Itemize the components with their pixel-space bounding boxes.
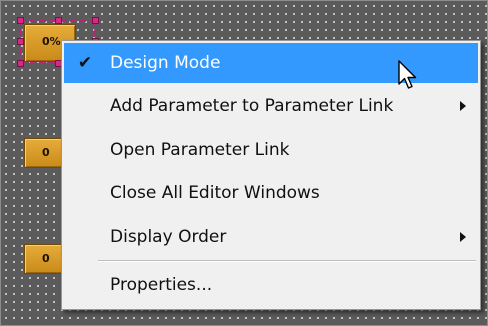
menu-item-label: Properties...	[110, 275, 213, 295]
resize-handle-left[interactable]	[17, 38, 24, 45]
menu-item-label: Close All Editor Windows	[110, 183, 320, 203]
submenu-arrow-icon	[460, 232, 466, 242]
menu-item-properties[interactable]: Properties...	[64, 265, 478, 305]
menu-item-label: Display Order	[110, 227, 227, 247]
resize-handle-top-left[interactable]	[17, 17, 24, 24]
arrow-pointer-icon	[398, 60, 417, 89]
menu-item-label: Design Mode	[110, 53, 221, 73]
menu-item-display-order[interactable]: Display Order	[64, 217, 478, 257]
menu-item-label: Add Parameter to Parameter Link	[110, 96, 394, 116]
menu-item-close-editor-windows[interactable]: Close All Editor Windows	[64, 173, 478, 213]
menu-item-add-parameter-link[interactable]: Add Parameter to Parameter Link	[64, 86, 478, 126]
menu-item-label: Open Parameter Link	[110, 140, 290, 160]
resize-handle-top-right[interactable]	[92, 17, 99, 24]
checkmark-icon: ✔	[77, 53, 93, 73]
menu-separator	[98, 260, 476, 262]
resize-handle-bottom-left[interactable]	[17, 60, 24, 67]
menu-item-open-parameter-link[interactable]: Open Parameter Link	[64, 130, 478, 170]
resize-handle-top[interactable]	[55, 17, 62, 24]
submenu-arrow-icon	[460, 101, 466, 111]
